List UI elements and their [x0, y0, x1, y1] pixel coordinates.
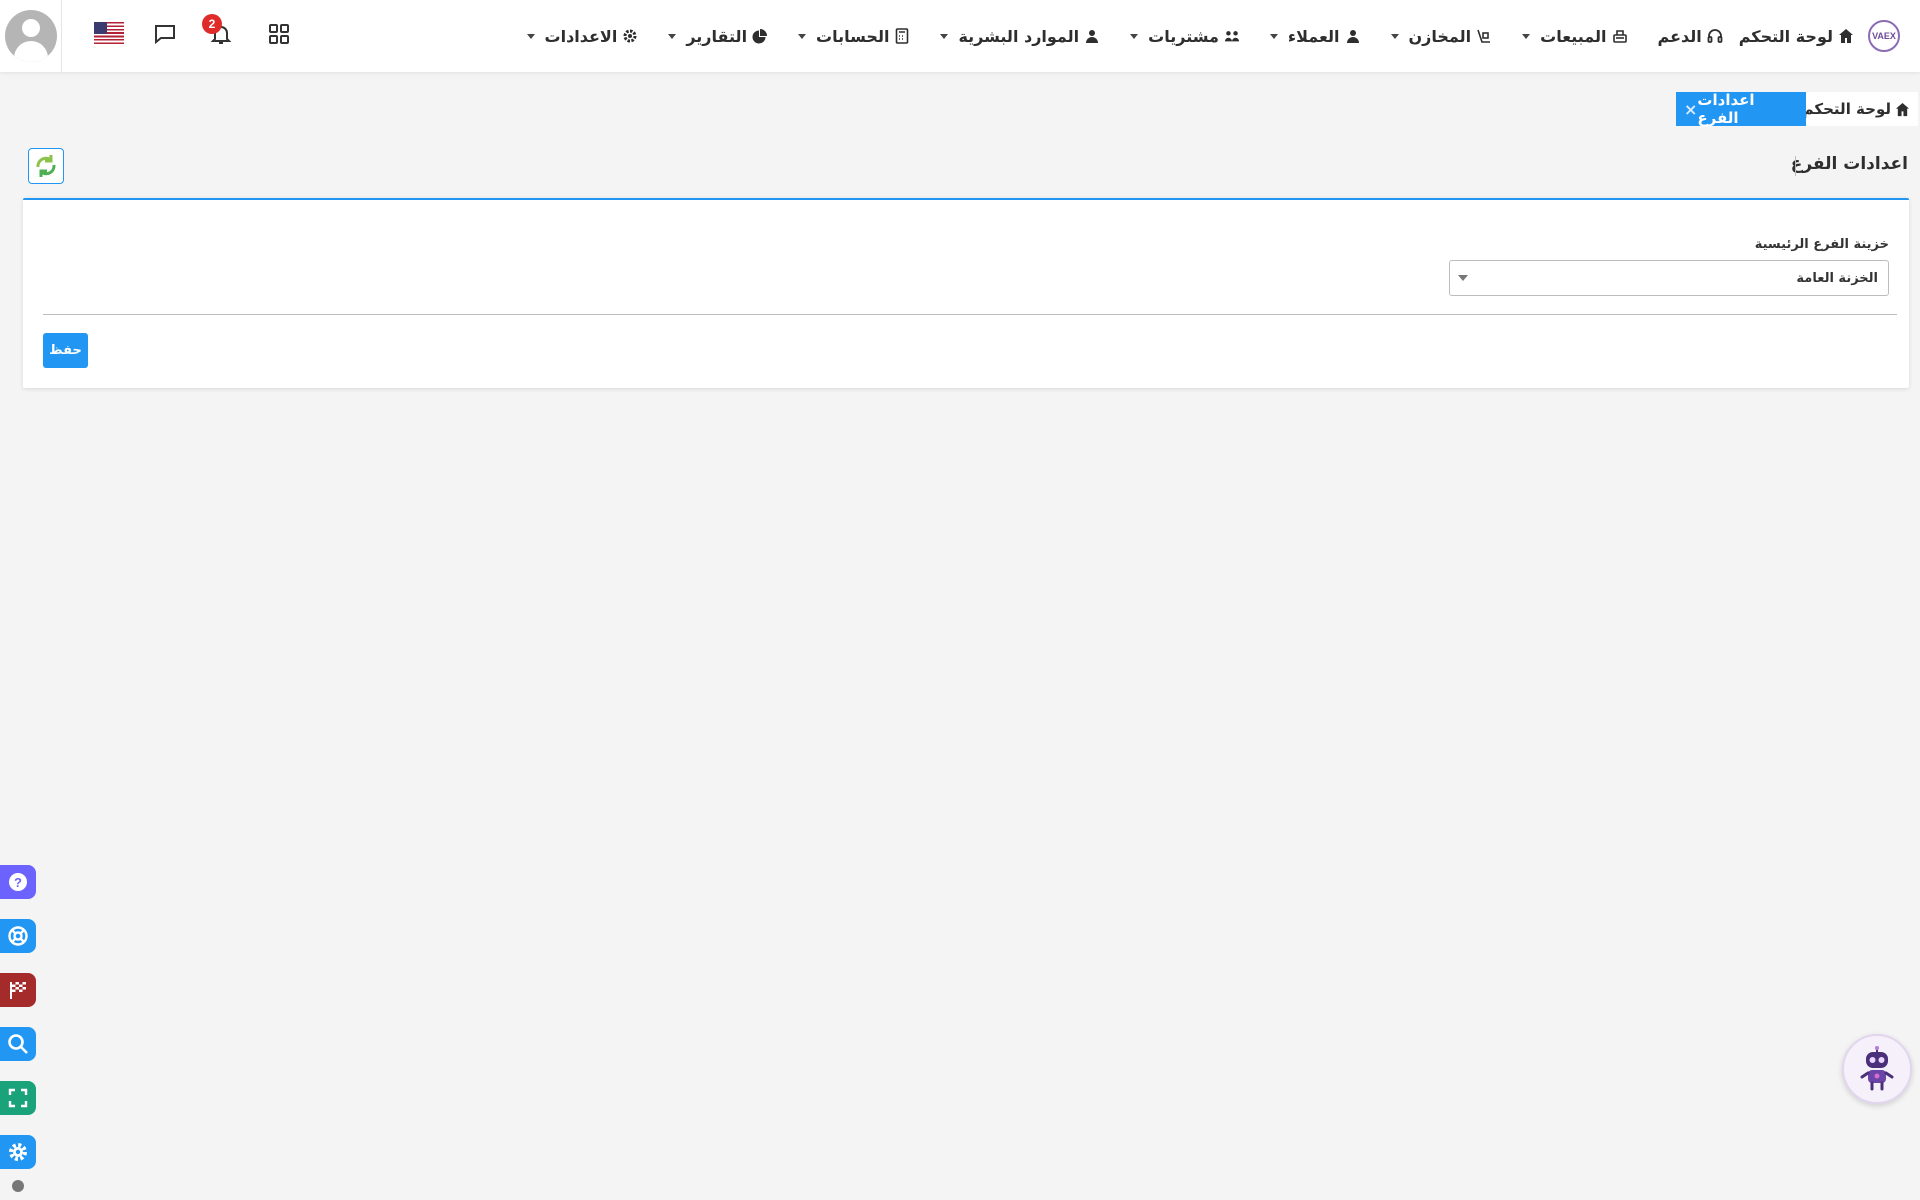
menu-item-purchases[interactable]: مشتريات [1130, 27, 1240, 46]
menu-item-stores[interactable]: المخازن [1390, 26, 1493, 46]
open-tabs-bar: لوحة التحكم اعدادات الفرع × [0, 90, 1920, 127]
menu-item-label: لوحة التحكم [1738, 26, 1833, 46]
robot-icon [1860, 1046, 1894, 1091]
search-button[interactable] [0, 1027, 36, 1061]
menu-item-label: الاعدادات [544, 26, 618, 46]
menu-item-sales[interactable]: المبيعات [1522, 27, 1627, 46]
menu-item-dashboard[interactable]: لوحة التحكم [1739, 27, 1854, 46]
user-icon [1345, 28, 1361, 44]
chevron-down-icon [1522, 33, 1531, 39]
tab-label: لوحة التحكم [1802, 100, 1891, 118]
status-dot[interactable] [12, 1180, 24, 1192]
people-group-icon [1224, 28, 1240, 44]
chevron-down-icon [668, 33, 677, 39]
menu-item-hr[interactable]: الموارد البشرية [940, 27, 1100, 46]
support-button[interactable] [0, 919, 36, 953]
chevron-down-icon [1130, 33, 1139, 39]
branch-settings-card: خزينة الفرع الرئيسية الخزنة العامة حفظ [23, 198, 1909, 388]
menu-item-customers[interactable]: العملاء [1269, 26, 1361, 46]
chevron-down-icon [940, 33, 949, 39]
user-tie-icon [1084, 28, 1100, 44]
tab-branch-settings[interactable]: اعدادات الفرع × [1676, 91, 1806, 127]
menu-item-label: العملاء [1287, 26, 1340, 46]
svg-text:?: ? [14, 875, 22, 890]
app-logo[interactable]: VAEX [1868, 20, 1900, 52]
fullscreen-icon [8, 1088, 28, 1108]
menu-item-label: التقارير [686, 26, 748, 46]
menu-item-label: الموارد البشرية [958, 26, 1080, 46]
navbar-utilities [0, 0, 62, 72]
settings-button[interactable] [0, 1135, 36, 1169]
search-icon [8, 1034, 28, 1054]
avatar-icon [4, 10, 57, 62]
treasury-selected-value: الخزنة العامة [1796, 270, 1878, 286]
notification-badge: 2 [202, 14, 222, 34]
flag-button[interactable] [0, 973, 36, 1007]
refresh-icon [36, 155, 56, 177]
user-avatar[interactable] [0, 0, 62, 72]
chatbot-button[interactable] [1842, 1034, 1912, 1104]
treasury-select[interactable]: الخزنة العامة [1449, 260, 1889, 296]
form-divider [43, 314, 1897, 315]
chevron-down-icon [1269, 33, 1278, 39]
menu-item-label: الحسابات [816, 26, 890, 46]
home-icon [1895, 102, 1910, 117]
chevron-down-icon [1390, 33, 1399, 39]
top-navbar: 2 VAEX لوحة التحكم الدعم المبيعات المخاز… [0, 0, 1920, 72]
fullscreen-button[interactable] [0, 1081, 36, 1115]
menu-item-settings[interactable]: الاعدادات [526, 26, 639, 46]
menu-item-label: المبيعات [1540, 26, 1607, 46]
tab-dashboard[interactable]: لوحة التحكم [1794, 92, 1918, 126]
cash-register-icon [1612, 28, 1628, 44]
checkered-flag-icon [10, 982, 26, 999]
us-flag-icon[interactable] [94, 22, 124, 44]
lifebuoy-icon [8, 926, 28, 946]
treasury-label: خزينة الفرع الرئيسية [1754, 237, 1889, 252]
menu-item-accounts[interactable]: الحسابات [798, 27, 910, 46]
menu-item-label: الدعم [1657, 26, 1702, 46]
page-title: اعدادات الفرع [1790, 154, 1908, 174]
help-icon: ? [9, 873, 27, 891]
main-menu: VAEX لوحة التحكم الدعم المبيعات المخازن … [497, 0, 1900, 72]
chat-icon[interactable] [151, 20, 179, 48]
boxes-icon [1476, 28, 1492, 44]
close-icon[interactable]: × [1684, 100, 1697, 119]
headset-icon [1707, 28, 1723, 44]
pie-chart-icon [752, 28, 768, 44]
chevron-down-icon [526, 33, 535, 39]
home-icon [1838, 28, 1854, 44]
gear-icon [9, 1143, 27, 1161]
menu-item-reports[interactable]: التقارير [668, 27, 768, 46]
chevron-down-icon [798, 33, 807, 39]
chevron-down-icon [1458, 275, 1468, 281]
menu-item-support[interactable]: الدعم [1658, 27, 1723, 46]
apps-grid-icon[interactable] [265, 20, 293, 48]
calculator-icon [894, 28, 910, 44]
menu-item-label: مشتريات [1148, 26, 1219, 46]
tab-label: اعدادات الفرع [1697, 91, 1755, 127]
refresh-button[interactable] [28, 148, 64, 184]
gear-icon [622, 28, 638, 44]
title-divider [1795, 156, 1796, 176]
help-button[interactable]: ? [0, 865, 36, 899]
save-button[interactable]: حفظ [43, 333, 88, 368]
menu-item-label: المخازن [1408, 26, 1472, 46]
